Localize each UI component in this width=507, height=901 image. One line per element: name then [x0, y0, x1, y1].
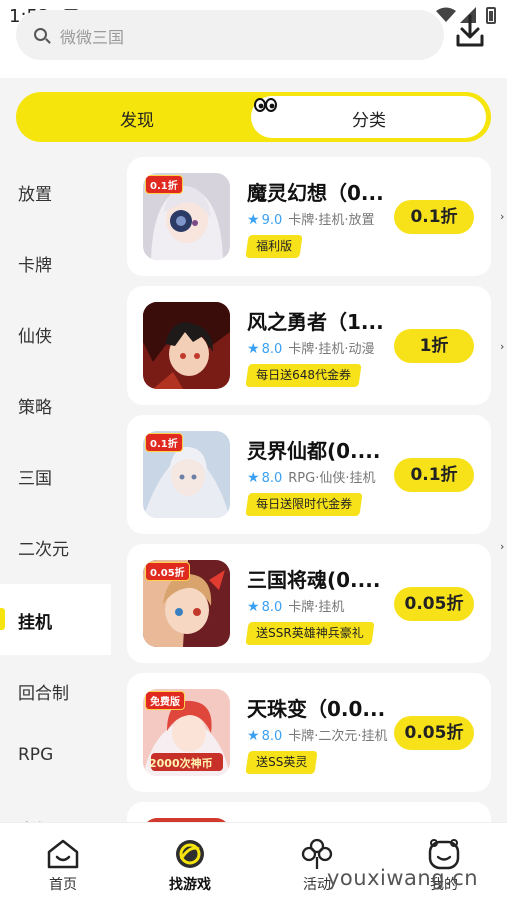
sidebar-item-idle[interactable]: 放置 [0, 156, 111, 227]
promo-tag: 每日送648代金券 [245, 364, 362, 387]
game-title: 风之勇者（1... [247, 310, 384, 334]
nav-home[interactable]: 首页 [23, 823, 103, 901]
category-sidebar: 放置 卡牌 仙侠 策略 三国 二次元 挂机 回合制 RPG 魔幻 [0, 156, 111, 841]
sidebar-item-label: 二次元 [18, 540, 69, 560]
game-card[interactable]: 0.05折 三国将魂(0.... ★ 8.0 卡牌·挂机 送SSR英雄神兵豪礼 0.… [127, 544, 491, 663]
sidebar-item-label: 挂机 [18, 613, 52, 633]
scroll-indicator: › [500, 540, 505, 553]
sidebar-item-strategy[interactable]: 策略 [0, 369, 111, 440]
promo-tag: 送SS英灵 [245, 751, 318, 774]
app-screen: { "status": {"time": "1:53", "a_icon": "… [0, 0, 507, 901]
nav-label: 找游戏 [169, 877, 211, 893]
game-thumbnail: 0.05折 [143, 560, 230, 647]
sidebar-item-xianxia[interactable]: 仙侠 [0, 298, 111, 369]
game-rating: 8.0 [261, 471, 283, 486]
game-card[interactable] [127, 802, 491, 822]
promo-text: 送SS英灵 [256, 755, 308, 769]
promo-tag: 送SSR英雄神兵豪礼 [245, 622, 375, 645]
game-title: 灵界仙都(0.... [247, 439, 381, 463]
sidebar-item-afk[interactable]: 挂机 [0, 584, 111, 655]
scroll-indicator: › [500, 210, 505, 223]
game-meta: ★ 8.0 卡牌·挂机 [247, 596, 387, 615]
find-game-icon [176, 840, 204, 868]
sidebar-item-rpg[interactable]: RPG [0, 721, 111, 792]
game-tags: 卡牌·二次元·挂机 [288, 729, 387, 744]
game-meta: ★ 8.0 卡牌·挂机·动漫 [247, 338, 387, 357]
game-meta: ★ 8.0 卡牌·二次元·挂机 [247, 725, 387, 744]
header: 1:53 A 微微三国 [0, 0, 507, 78]
tab-discover[interactable]: 发现 [120, 106, 154, 131]
star-icon: ★ [247, 728, 260, 744]
game-thumbnail: 0.1折 [143, 173, 230, 260]
download-icon[interactable] [452, 12, 488, 50]
sidebar-item-label: 三国 [18, 469, 52, 489]
sidebar-item-label: RPG [18, 745, 54, 765]
sidebar-item-label: 放置 [18, 185, 52, 205]
top-tabs: 发现 分类 [16, 92, 491, 142]
discount-button[interactable]: 0.1折 [394, 458, 474, 492]
promo-tag: 每日送限时代金券 [245, 493, 363, 516]
discount-button[interactable]: 0.05折 [394, 587, 474, 621]
game-card[interactable]: 0.1折 灵界仙都(0.... ★ 8.0 RPG·仙侠·挂机 每日送限时代金券 0… [127, 415, 491, 534]
game-thumbnail [143, 302, 230, 389]
game-thumbnail: 免费版 2000次神币 [143, 689, 230, 776]
sidebar-item-label: 回合制 [18, 684, 69, 704]
game-thumbnail: 0.1折 [143, 431, 230, 518]
promo-text: 送SSR英雄神兵豪礼 [256, 626, 364, 640]
game-card[interactable]: 0.1折 魔灵幻想（0... ★ 9.0 卡牌·挂机·放置 福利版 0.1折 [127, 157, 491, 276]
sidebar-item-three-kingdoms[interactable]: 三国 [0, 440, 111, 511]
game-rating: 9.0 [261, 213, 283, 228]
discount-badge: 0.05折 [145, 562, 190, 581]
discount-button[interactable]: 0.05折 [394, 716, 474, 750]
sidebar-item-label: 仙侠 [18, 327, 52, 347]
game-tags: RPG·仙侠·挂机 [288, 471, 376, 486]
search-bar[interactable]: 微微三国 [16, 10, 444, 60]
nav-label: 首页 [49, 877, 77, 893]
game-card[interactable]: 风之勇者（1... ★ 8.0 卡牌·挂机·动漫 每日送648代金券 1折 [127, 286, 491, 405]
game-rating: 8.0 [261, 729, 283, 744]
discount-badge: 免费版 [145, 691, 185, 710]
game-card[interactable]: 免费版 2000次神币 天珠变（0.0... ★ 8.0 卡牌·二次元·挂机 送SS… [127, 673, 491, 792]
nav-find-game[interactable]: 找游戏 [150, 823, 230, 901]
game-meta: ★ 9.0 卡牌·挂机·放置 [247, 209, 387, 228]
tab-category[interactable]: 分类 [352, 106, 386, 131]
home-icon [47, 839, 79, 869]
eyes-icon [254, 98, 277, 112]
discount-button[interactable]: 1折 [394, 329, 474, 363]
game-list: 0.1折 魔灵幻想（0... ★ 9.0 卡牌·挂机·放置 福利版 0.1折 风… [111, 150, 507, 822]
game-title: 魔灵幻想（0... [247, 181, 384, 205]
game-rating: 8.0 [261, 342, 283, 357]
star-icon: ★ [247, 212, 260, 228]
game-title: 天珠变（0.0... [247, 697, 385, 721]
sidebar-item-label: 策略 [18, 398, 52, 418]
game-tags: 卡牌·挂机·动漫 [288, 342, 375, 357]
discount-badge: 0.1折 [145, 433, 183, 452]
star-icon: ★ [247, 341, 260, 357]
promo-text: 每日送限时代金券 [256, 497, 353, 511]
game-title: 三国将魂(0.... [247, 568, 381, 592]
game-rating: 8.0 [261, 600, 283, 615]
watermark: youxiwang.cn [327, 866, 479, 890]
game-tags: 卡牌·挂机·放置 [288, 213, 375, 228]
scroll-indicator: › [500, 340, 505, 353]
coin-banner: 2000次神币 [149, 757, 213, 770]
search-placeholder: 微微三国 [60, 28, 125, 47]
promo-tag: 福利版 [245, 235, 303, 258]
promo-text: 每日送648代金券 [256, 368, 352, 382]
star-icon: ★ [247, 599, 260, 615]
sidebar-item-card[interactable]: 卡牌 [0, 227, 111, 298]
sidebar-item-label: 卡牌 [18, 256, 52, 276]
discount-badge: 0.1折 [145, 175, 183, 194]
star-icon: ★ [247, 470, 260, 486]
sidebar-item-turn-based[interactable]: 回合制 [0, 655, 111, 726]
game-tags: 卡牌·挂机 [288, 600, 345, 615]
sidebar-item-anime[interactable]: 二次元 [0, 511, 111, 582]
discount-button[interactable]: 0.1折 [394, 200, 474, 234]
game-meta: ★ 8.0 RPG·仙侠·挂机 [247, 467, 387, 486]
search-icon [34, 28, 47, 41]
promo-text: 福利版 [256, 239, 293, 253]
